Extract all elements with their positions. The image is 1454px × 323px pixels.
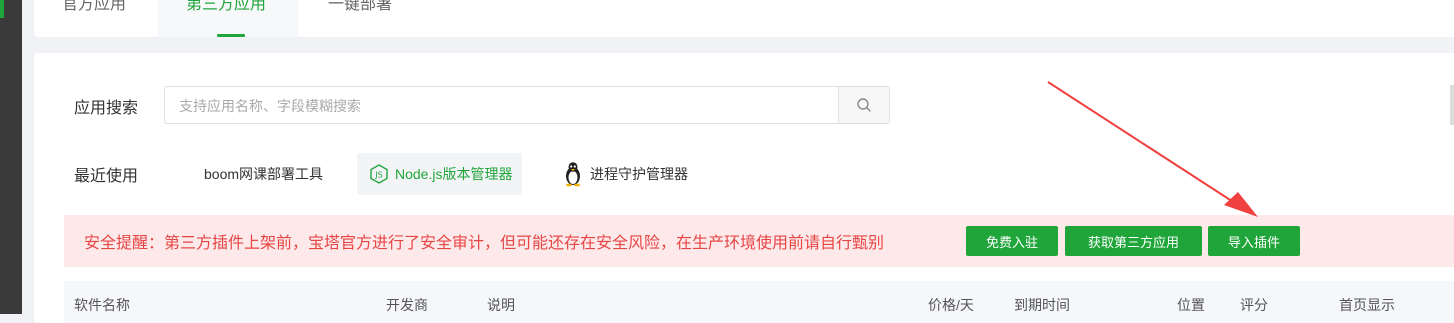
tab-one-click-deploy[interactable]: 一键部署: [328, 0, 392, 16]
recent-used-label: 最近使用: [74, 168, 139, 185]
plugin-table-header: 软件名称 开发商 说明 价格/天 到期时间 位置 评分 首页显示: [64, 281, 1454, 323]
tab-third-party-apps[interactable]: 第三方应用: [186, 0, 266, 16]
recent-item-process-guard[interactable]: 进程守护管理器: [554, 153, 696, 195]
col-price-per-day: 价格/天: [928, 297, 974, 313]
left-sidebar-strip: [0, 0, 22, 314]
search-box: [164, 86, 838, 124]
sidebar-active-indicator: [0, 0, 4, 18]
recent-item-label: 进程守护管理器: [590, 166, 688, 182]
recent-item-label: Node.js版本管理器: [395, 166, 513, 182]
app-tabs-bar: 官方应用 第三方应用 一键部署: [34, 0, 1454, 37]
col-developer: 开发商: [386, 297, 428, 313]
import-plugin-button[interactable]: 导入插件: [1208, 226, 1300, 256]
col-description: 说明: [487, 297, 515, 313]
get-third-party-apps-button[interactable]: 获取第三方应用: [1065, 226, 1202, 256]
tab-official-apps[interactable]: 官方应用: [62, 0, 126, 16]
free-join-button[interactable]: 免费入驻: [966, 226, 1058, 256]
col-homepage-display: 首页显示: [1339, 297, 1395, 313]
search-button[interactable]: [838, 86, 890, 124]
col-software-name: 软件名称: [74, 297, 130, 313]
col-expiry-time: 到期时间: [1014, 297, 1070, 313]
nodejs-icon: JS: [370, 164, 388, 184]
active-tab-underline: [217, 34, 245, 37]
recent-item-boom[interactable]: boom网课部署工具: [194, 153, 333, 195]
col-rating: 评分: [1240, 297, 1268, 313]
recent-item-nodejs[interactable]: JS Node.js版本管理器: [357, 153, 523, 195]
svg-text:JS: JS: [374, 171, 382, 180]
search-input[interactable]: [177, 88, 821, 124]
security-alert-banner: 安全提醒：第三方插件上架前，宝塔官方进行了安全审计，但可能还存在安全风险，在生产…: [64, 215, 1454, 267]
search-label: 应用搜索: [74, 100, 139, 117]
security-alert-text: 安全提醒：第三方插件上架前，宝塔官方进行了安全审计，但可能还存在安全风险，在生产…: [84, 235, 885, 252]
app-store-panel: 应用搜索 最近使用 boom网课部署工具 JS Node.js版本管理器: [34, 53, 1454, 323]
linux-penguin-icon: [566, 162, 580, 187]
recent-item-label: boom网课部署工具: [204, 166, 324, 182]
col-position: 位置: [1177, 297, 1205, 313]
right-scroll-edge: [1450, 85, 1454, 125]
search-icon: [857, 98, 871, 112]
